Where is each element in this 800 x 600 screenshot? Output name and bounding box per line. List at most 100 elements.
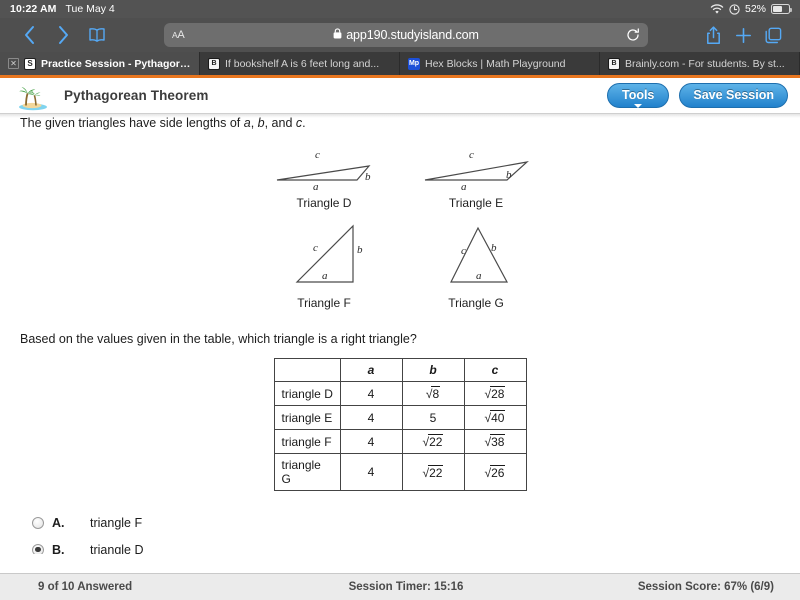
svg-text:b: b [491,242,497,254]
triangle-g-diagram: c b a [450,226,509,283]
url-text: app190.studyisland.com [346,28,479,42]
cell-c: √40 [463,405,527,430]
answer-option-a[interactable]: A. triangle F [32,509,780,536]
status-time: 10:22 AM [10,3,57,15]
svg-text:c: c [461,245,466,257]
cell-c: √28 [463,381,527,406]
tools-button[interactable]: Tools [606,83,670,108]
tools-button-label: Tools [621,88,655,102]
cell-c: √38 [463,429,527,454]
cell-b: √8 [401,381,465,406]
wifi-icon [710,3,724,15]
cell-a: 4 [339,453,403,491]
figure-row-bottom: c b a Triangle F c b a Triangle G [20,220,780,310]
tab-title: Brainly.com - For students. By st... [625,57,785,70]
values-table-wrap: a b c triangle D 4 √8 √28 triangle E 4 5… [20,358,780,491]
cell-a: 4 [339,405,403,430]
browser-tab-2[interactable]: Mp Hex Blocks | Math Playground [400,52,600,75]
triangle-d-diagram: c b a [276,149,371,193]
back-button[interactable] [12,20,46,50]
document-favicon: B [208,57,220,70]
svg-text:c: c [313,242,318,254]
tabs-overview-button[interactable] [758,20,788,50]
row-label: triangle F [273,429,341,454]
bookmarks-button[interactable] [80,20,114,50]
svg-text:b: b [506,169,512,181]
cell-a: 4 [339,381,403,406]
close-icon[interactable]: ✕ [8,58,19,69]
ios-status-bar: 10:22 AM Tue May 4 52% [0,0,800,18]
cell-b: √22 [401,453,465,491]
browser-tab-3[interactable]: B Brainly.com - For students. By st... [600,52,800,75]
figure-triangle-g: c b a Triangle G [421,220,531,310]
option-letter: A. [52,515,65,530]
svg-text:c: c [469,149,474,161]
status-date: Tue May 4 [65,3,115,15]
safari-toolbar: AA app190.studyisland.com [0,18,800,52]
figure-caption: Triangle G [448,296,504,310]
figure-triangle-d: c b a Triangle D [269,144,379,210]
page-title: Pythagorean Theorem [64,88,209,103]
figure-triangle-f: c b a Triangle F [269,220,379,310]
figure-row-top: c b a Triangle D c b a Triangle E [20,144,780,210]
svg-text:c: c [315,149,320,161]
save-session-button[interactable]: Save Session [679,83,788,108]
table-corner-cell [273,358,341,382]
option-text: triangle F [90,515,143,530]
app-header: Pythagorean Theorem Tools Save Session [0,78,800,114]
answer-options: A. triangle F B. triangle D C. triangle … [20,509,780,554]
figure-caption: Triangle E [448,196,504,210]
answer-option-b[interactable]: B. triangle D [32,536,780,554]
table-row: triangle D 4 √8 √28 [273,381,527,406]
svg-text:b: b [357,244,363,256]
svg-text:a: a [476,270,482,282]
cell-c: √26 [463,453,527,491]
browser-tab-0[interactable]: ✕ S Practice Session - Pythagorean... [0,52,200,75]
table-header-c: c [463,358,527,382]
share-button[interactable] [698,20,728,50]
ipad-safari-screen: 10:22 AM Tue May 4 52% AA app190.studyis… [0,0,800,600]
var-a: a [243,116,251,130]
row-label: triangle E [273,405,341,430]
triangle-figures: c b a Triangle D c b a Triangle E c b a … [20,144,780,310]
tab-title: If bookshelf A is 6 feet long and... [225,57,380,70]
cell-b: √22 [401,429,465,454]
browser-tab-1[interactable]: B If bookshelf A is 6 feet long and... [200,52,400,75]
figure-caption: Triangle F [297,296,351,310]
battery-icon [771,4,792,14]
svg-text:a: a [461,181,467,190]
palm-tree-island-logo-icon [12,81,54,111]
session-status-bar: 9 of 10 Answered Session Timer: 15:16 Se… [0,573,800,600]
cell-b: 5 [401,405,465,430]
table-row: triangle F 4 √22 √38 [273,429,527,454]
svg-text:a: a [322,270,328,282]
table-row: triangle G 4 √22 √26 [273,453,527,491]
var-b: b [257,116,265,130]
scroll-shadow [0,114,800,118]
lock-icon [333,26,342,44]
tab-title: Hex Blocks | Math Playground [425,57,566,70]
triangle-e-diagram: c b a [424,149,529,193]
table-header-row: a b c [273,358,527,382]
intro-sep2: , and [264,116,296,130]
svg-text:a: a [313,181,319,190]
session-timer: Session Timer: 15:16 [348,581,464,593]
address-bar[interactable]: AA app190.studyisland.com [164,23,648,47]
new-tab-button[interactable] [728,20,758,50]
radio-button-b[interactable] [32,543,44,554]
tab-title: Practice Session - Pythagorean... [41,57,191,70]
figure-triangle-e: c b a Triangle E [421,144,531,210]
intro-suffix: . [302,116,306,130]
table-header-b: b [401,358,465,382]
answered-count: 9 of 10 Answered [38,581,133,593]
intro-sep1: , [250,116,258,130]
browser-tab-strip: ✕ S Practice Session - Pythagorean... B … [0,52,800,78]
reload-button[interactable] [626,28,640,42]
chevron-down-icon [634,104,643,108]
radio-button-a[interactable] [32,516,44,529]
row-label: triangle D [273,381,341,406]
question-content: The given triangles have side lengths of… [0,114,800,554]
text-size-button[interactable]: AA [172,29,185,41]
battery-percent: 52% [744,3,766,15]
forward-button[interactable] [46,20,80,50]
